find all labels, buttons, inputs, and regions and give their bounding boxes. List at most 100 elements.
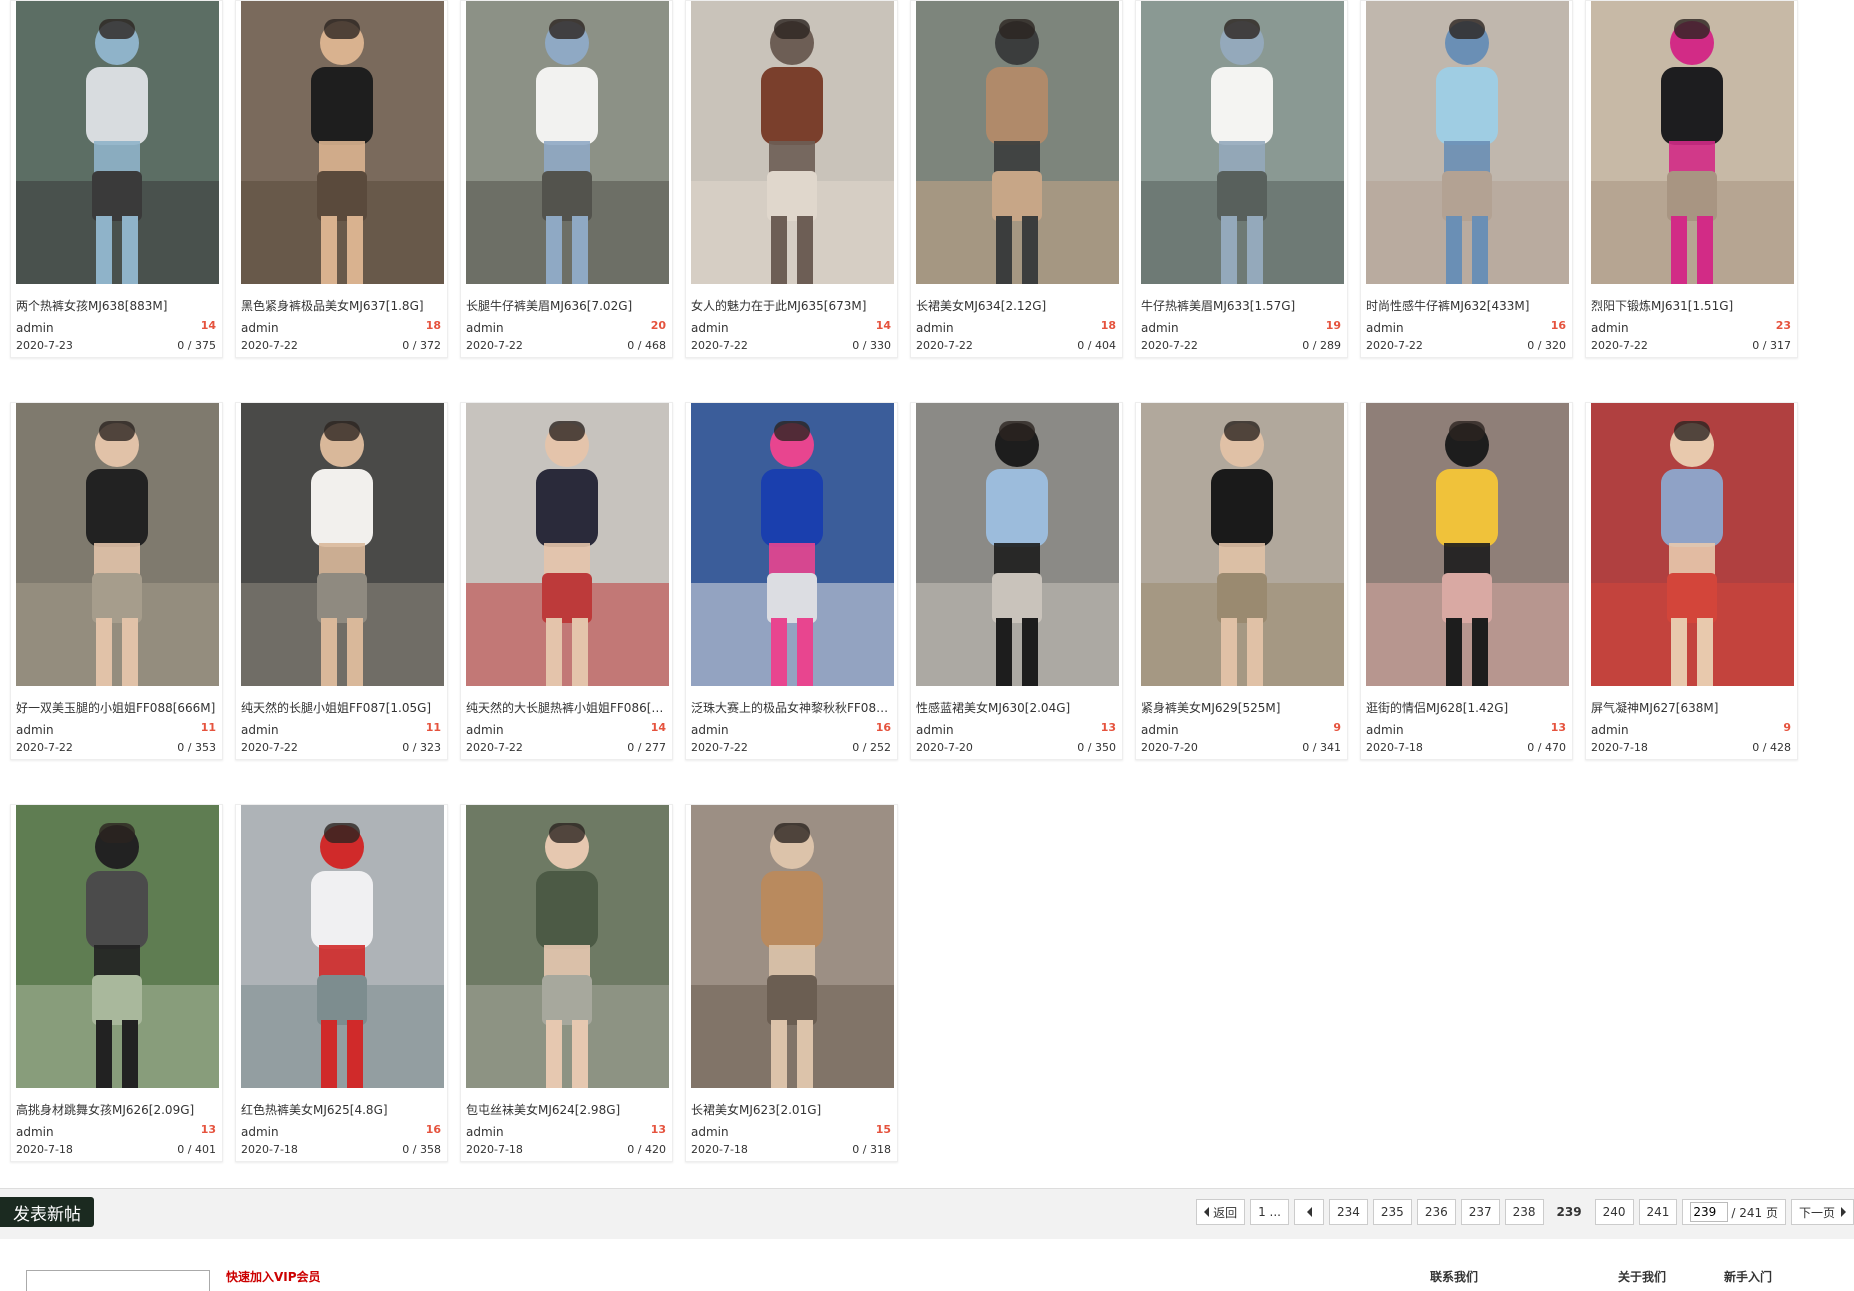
post-author[interactable]: admin <box>16 723 54 737</box>
post-card[interactable]: 女人的魅力在于此MJ635[673M] admin 14 2020-7-22 0 / 3… <box>685 0 898 358</box>
reply-count: 14 <box>875 319 891 332</box>
post-author[interactable]: admin <box>241 1125 279 1139</box>
post-card[interactable]: 高挑身材跳舞女孩MJ626[2.09G] admin 13 2020-7-18 0 / … <box>10 804 223 1162</box>
post-author[interactable]: admin <box>1366 723 1404 737</box>
post-thumbnail[interactable] <box>466 1 669 284</box>
post-card[interactable]: 泛珠大赛上的极品女神黎秋秋FF085[1.1G] admin 16 2020-7-22… <box>685 402 898 760</box>
post-title[interactable]: 长裙美女MJ634[2.12G] <box>916 297 1119 314</box>
post-date: 2020-7-18 <box>1591 741 1648 754</box>
post-title[interactable]: 烈阳下锻炼MJ631[1.51G] <box>1591 297 1794 314</box>
post-thumbnail[interactable] <box>916 403 1119 686</box>
post-thumbnail[interactable] <box>241 1 444 284</box>
post-title[interactable]: 逛街的情侣MJ628[1.42G] <box>1366 699 1569 716</box>
post-thumbnail[interactable] <box>1141 403 1344 686</box>
post-author[interactable]: admin <box>916 723 954 737</box>
post-thumbnail[interactable] <box>16 403 219 686</box>
new-post-button[interactable]: 发表新帖 <box>0 1197 94 1227</box>
post-author[interactable]: admin <box>916 321 954 335</box>
post-author[interactable]: admin <box>1591 723 1629 737</box>
page-input[interactable] <box>1690 1202 1729 1222</box>
reply-count: 19 <box>1325 319 1341 332</box>
post-thumbnail[interactable] <box>241 805 444 1088</box>
post-card[interactable]: 黑色紧身裤极品美女MJ637[1.8G] admin 18 2020-7-22 0 / … <box>235 0 448 358</box>
post-title[interactable]: 两个热裤女孩MJ638[883M] <box>16 297 219 314</box>
post-title[interactable]: 高挑身材跳舞女孩MJ626[2.09G] <box>16 1101 219 1118</box>
post-card[interactable]: 屏气凝神MJ627[638M] admin 9 2020-7-18 0 / 428 <box>1585 402 1798 760</box>
post-author[interactable]: admin <box>241 723 279 737</box>
post-card[interactable]: 长裙美女MJ623[2.01G] admin 15 2020-7-18 0 / 318 <box>685 804 898 1162</box>
post-author[interactable]: admin <box>1366 321 1404 335</box>
post-title[interactable]: 时尚性感牛仔裤MJ632[433M] <box>1366 297 1569 314</box>
post-author[interactable]: admin <box>16 321 54 335</box>
post-thumbnail[interactable] <box>1366 403 1569 686</box>
post-title[interactable]: 长裙美女MJ623[2.01G] <box>691 1101 894 1118</box>
post-author[interactable]: admin <box>466 321 504 335</box>
post-thumbnail[interactable] <box>1366 1 1569 284</box>
post-thumbnail[interactable] <box>466 403 669 686</box>
post-author[interactable]: admin <box>466 723 504 737</box>
post-card[interactable]: 两个热裤女孩MJ638[883M] admin 14 2020-7-23 0 / 375 <box>10 0 223 358</box>
post-title[interactable]: 纯天然的大长腿热裤小姐姐FF086[1.33G] <box>466 699 669 716</box>
search-box[interactable] <box>26 1270 210 1291</box>
page-238[interactable]: 238 <box>1504 1199 1544 1225</box>
post-title[interactable]: 牛仔热裤美眉MJ633[1.57G] <box>1141 297 1344 314</box>
post-title[interactable]: 好一双美玉腿的小姐姐FF088[666M] <box>16 699 219 716</box>
post-title[interactable]: 纯天然的长腿小姐姐FF087[1.05G] <box>241 699 444 716</box>
post-title[interactable]: 女人的魅力在于此MJ635[673M] <box>691 297 894 314</box>
post-title[interactable]: 紧身裤美女MJ629[525M] <box>1141 699 1344 716</box>
post-card[interactable]: 红色热裤美女MJ625[4.8G] admin 16 2020-7-18 0 / 358 <box>235 804 448 1162</box>
post-card[interactable]: 长裙美女MJ634[2.12G] admin 18 2020-7-22 0 / 404 <box>910 0 1123 358</box>
post-author[interactable]: admin <box>691 723 729 737</box>
post-thumbnail[interactable] <box>466 805 669 1088</box>
post-author[interactable]: admin <box>1141 321 1179 335</box>
post-thumbnail[interactable] <box>1591 1 1794 284</box>
page-240[interactable]: 240 <box>1594 1199 1634 1225</box>
post-card[interactable]: 牛仔热裤美眉MJ633[1.57G] admin 19 2020-7-22 0 / 28… <box>1135 0 1348 358</box>
post-thumbnail[interactable] <box>691 403 894 686</box>
view-count: 0 / 420 <box>627 1143 666 1156</box>
post-author[interactable]: admin <box>1141 723 1179 737</box>
post-thumbnail[interactable] <box>16 1 219 284</box>
post-title[interactable]: 泛珠大赛上的极品女神黎秋秋FF085[1.1G] <box>691 699 894 716</box>
post-thumbnail[interactable] <box>691 1 894 284</box>
post-thumbnail[interactable] <box>16 805 219 1088</box>
post-card[interactable]: 长腿牛仔裤美眉MJ636[7.02G] admin 20 2020-7-22 0 / 4… <box>460 0 673 358</box>
page-234[interactable]: 234 <box>1329 1199 1368 1225</box>
post-title[interactable]: 长腿牛仔裤美眉MJ636[7.02G] <box>466 297 669 314</box>
back-button[interactable]: 返回 <box>1196 1199 1246 1225</box>
post-title[interactable]: 性感蓝裙美女MJ630[2.04G] <box>916 699 1119 716</box>
post-card[interactable]: 纯天然的大长腿热裤小姐姐FF086[1.33G] admin 14 2020-7-22… <box>460 402 673 760</box>
prev-page-button[interactable] <box>1294 1199 1324 1225</box>
post-author[interactable]: admin <box>691 321 729 335</box>
post-card[interactable]: 包屯丝袜美女MJ624[2.98G] admin 13 2020-7-18 0 / 42… <box>460 804 673 1162</box>
photo-placeholder <box>16 403 219 686</box>
post-date: 2020-7-20 <box>1141 741 1198 754</box>
post-card[interactable]: 紧身裤美女MJ629[525M] admin 9 2020-7-20 0 / 341 <box>1135 402 1348 760</box>
post-author[interactable]: admin <box>691 1125 729 1139</box>
post-author[interactable]: admin <box>241 321 279 335</box>
post-author[interactable]: admin <box>16 1125 54 1139</box>
page-236[interactable]: 236 <box>1416 1199 1456 1225</box>
post-thumbnail[interactable] <box>916 1 1119 284</box>
page-first[interactable]: 1 ... <box>1250 1199 1289 1225</box>
post-author[interactable]: admin <box>466 1125 504 1139</box>
post-title[interactable]: 包屯丝袜美女MJ624[2.98G] <box>466 1101 669 1118</box>
post-card[interactable]: 烈阳下锻炼MJ631[1.51G] admin 23 2020-7-22 0 / 317 <box>1585 0 1798 358</box>
page-237[interactable]: 237 <box>1460 1199 1500 1225</box>
page-241[interactable]: 241 <box>1638 1199 1678 1225</box>
post-title[interactable]: 红色热裤美女MJ625[4.8G] <box>241 1101 444 1118</box>
post-card[interactable]: 好一双美玉腿的小姐姐FF088[666M] admin 11 2020-7-22 0 /… <box>10 402 223 760</box>
next-page-button[interactable]: 下一页 <box>1790 1199 1854 1225</box>
post-card[interactable]: 逛街的情侣MJ628[1.42G] admin 13 2020-7-18 0 / 470 <box>1360 402 1573 760</box>
post-title[interactable]: 黑色紧身裤极品美女MJ637[1.8G] <box>241 297 444 314</box>
post-title[interactable]: 屏气凝神MJ627[638M] <box>1591 699 1794 716</box>
post-author[interactable]: admin <box>1591 321 1629 335</box>
post-card[interactable]: 时尚性感牛仔裤MJ632[433M] admin 16 2020-7-22 0 / 32… <box>1360 0 1573 358</box>
post-thumbnail[interactable] <box>241 403 444 686</box>
post-card[interactable]: 性感蓝裙美女MJ630[2.04G] admin 13 2020-7-20 0 / 35… <box>910 402 1123 760</box>
post-thumbnail[interactable] <box>1591 403 1794 686</box>
post-thumbnail[interactable] <box>691 805 894 1088</box>
post-card[interactable]: 纯天然的长腿小姐姐FF087[1.05G] admin 11 2020-7-22 0 /… <box>235 402 448 760</box>
page-235[interactable]: 235 <box>1372 1199 1412 1225</box>
post-thumbnail[interactable] <box>1141 1 1344 284</box>
